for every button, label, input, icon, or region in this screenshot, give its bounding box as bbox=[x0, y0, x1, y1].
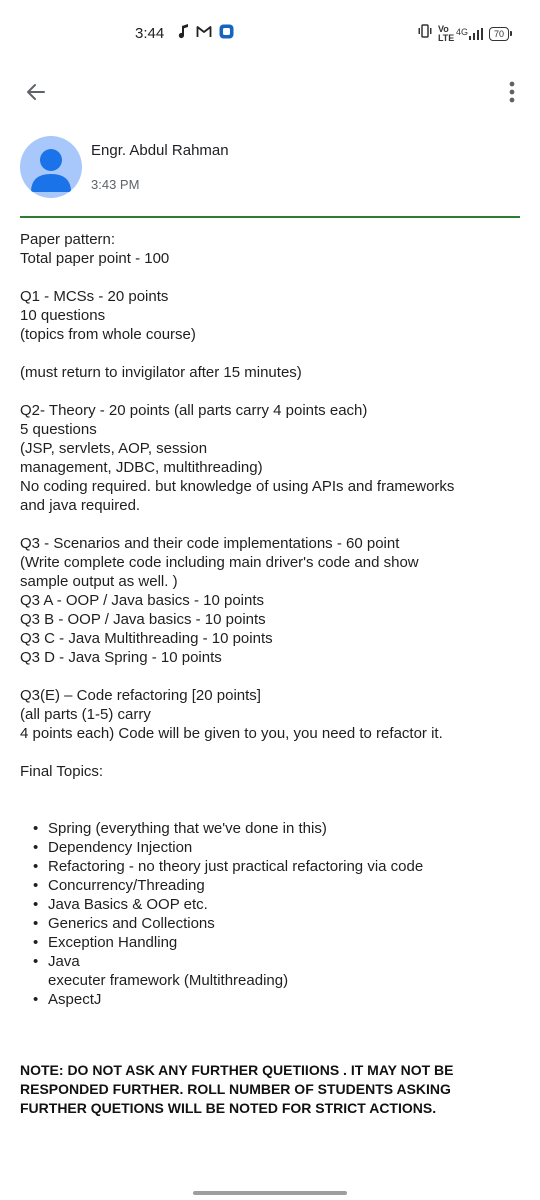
system-icons: Vo LTE 4G 70 bbox=[418, 24, 512, 43]
person-icon bbox=[31, 149, 71, 192]
body-line: 4 points each) Code will be given to you… bbox=[20, 725, 443, 742]
body-line: Q3 - Scenarios and their code implementa… bbox=[20, 535, 400, 552]
list-item: Spring (everything that we've done in th… bbox=[33, 819, 520, 838]
sender-name[interactable]: Engr. Abdul Rahman bbox=[91, 142, 229, 159]
body-line: Q3(E) – Code refactoring [20 points] bbox=[20, 687, 261, 704]
body-line: Q3 D - Java Spring - 10 points bbox=[20, 649, 222, 666]
vibrate-icon bbox=[418, 24, 432, 43]
list-item: Concurrency/Threading bbox=[33, 876, 520, 895]
list-item-continuation: executer framework (Multithreading) bbox=[48, 972, 289, 989]
body-line: 5 questions bbox=[20, 421, 97, 438]
body-line: No coding required. but knowledge of usi… bbox=[20, 478, 455, 495]
body-line: sample output as well. ) bbox=[20, 573, 178, 590]
body-line: (JSP, servlets, AOP, session bbox=[20, 440, 208, 457]
message-time: 3:43 PM bbox=[91, 177, 140, 192]
outlook-icon bbox=[219, 24, 234, 44]
body-line: Q3 B - OOP / Java basics - 10 points bbox=[20, 611, 266, 628]
list-item: Exception Handling bbox=[33, 933, 520, 952]
status-bar: 3:44 Vo LTE 4G 70 bbox=[0, 0, 540, 68]
body-line: Paper pattern: bbox=[20, 231, 116, 248]
body-line: Q3 C - Java Multithreading - 10 points bbox=[20, 630, 273, 647]
body-line: 10 questions bbox=[20, 307, 106, 324]
body-line: (Write complete code including main driv… bbox=[20, 554, 419, 571]
body-line: Q1 - MCSs - 20 points bbox=[20, 288, 169, 305]
message-body: Paper pattern: Total paper point - 100 Q… bbox=[20, 230, 520, 1118]
note-text: NOTE: DO NOT ASK ANY FURTHER QUETIIONS .… bbox=[20, 1062, 454, 1116]
topics-list: Spring (everything that we've done in th… bbox=[20, 819, 520, 1009]
body-line: (topics from whole course) bbox=[20, 326, 196, 343]
message-header: Engr. Abdul Rahman 3:43 PM bbox=[20, 134, 520, 204]
body-line: (all parts (1-5) carry bbox=[20, 706, 151, 723]
list-item-text: Java bbox=[48, 953, 80, 970]
arrow-back-icon bbox=[27, 84, 45, 100]
more-options-button[interactable] bbox=[502, 76, 522, 108]
body-line: Q3 A - OOP / Java basics - 10 points bbox=[20, 592, 265, 609]
music-note-icon bbox=[178, 24, 189, 44]
body-line: and java required. bbox=[20, 497, 141, 514]
more-vert-icon bbox=[509, 81, 515, 103]
list-item: Java executer framework (Multithreading) bbox=[33, 952, 520, 990]
body-line: Total paper point - 100 bbox=[20, 250, 170, 267]
list-item: Refactoring - no theory just practical r… bbox=[33, 857, 520, 876]
avatar[interactable] bbox=[20, 136, 82, 198]
battery-icon: 70 bbox=[488, 26, 512, 41]
body-line: management, JDBC, multithreading) bbox=[20, 459, 263, 476]
notification-icons bbox=[178, 24, 234, 44]
signal-4g-icon: 4G bbox=[456, 27, 483, 40]
list-item: Generics and Collections bbox=[33, 914, 520, 933]
list-item: AspectJ bbox=[33, 990, 520, 1009]
body-line: Q2- Theory - 20 points (all parts carry … bbox=[20, 402, 368, 419]
app-bar bbox=[0, 70, 540, 114]
list-item: Java Basics & OOP etc. bbox=[33, 895, 520, 914]
volte-icon: Vo LTE bbox=[437, 23, 455, 43]
gmail-icon bbox=[196, 25, 212, 43]
body-line: Final Topics: bbox=[20, 763, 104, 780]
status-time: 3:44 bbox=[135, 25, 165, 42]
home-indicator[interactable] bbox=[193, 1191, 347, 1195]
back-button[interactable] bbox=[20, 78, 52, 106]
body-line: (must return to invigilator after 15 min… bbox=[20, 364, 302, 381]
header-divider bbox=[20, 216, 520, 218]
list-item: Dependency Injection bbox=[33, 838, 520, 857]
